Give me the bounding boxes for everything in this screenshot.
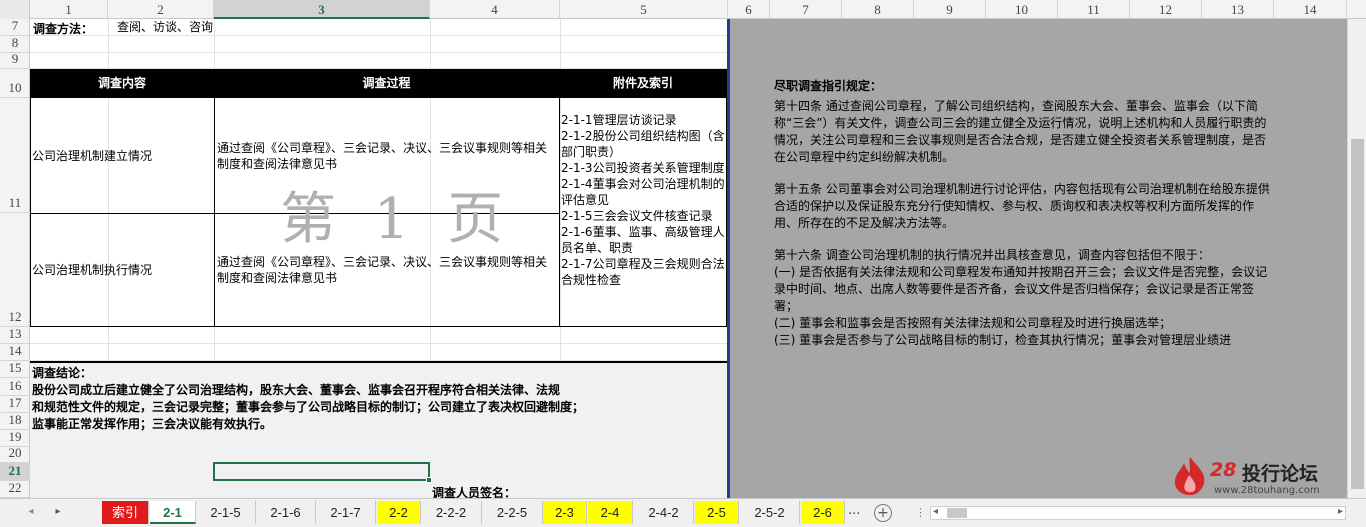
method-label: 调查方法： [33, 22, 94, 36]
tab-2-1-5[interactable]: 2-1-5 [196, 501, 256, 524]
add-sheet-icon[interactable]: + [874, 504, 892, 522]
conclusion-line-1: 股份公司成立后建立健全了公司治理结构，股东大会、董事会、监事会召开程序符合相关法… [32, 383, 561, 397]
guide-article-14: 第十四条 通过查阅公司章程，了解公司组织结构，查阅股东大会、董事会、监事会（以下… [774, 99, 1267, 164]
tab-2-4[interactable]: 2-4 [588, 501, 633, 524]
vertical-scrollbar[interactable] [1347, 19, 1366, 498]
row-header-15[interactable]: 15 [0, 360, 30, 378]
attachments-list: 2-1-1管理层访谈记录 2-1-2股份公司组织结构图（含部门职责） 2-1-3… [561, 113, 725, 287]
flame-icon [1174, 457, 1205, 496]
column-header-13[interactable]: 13 [1202, 0, 1274, 19]
scroll-split-handle-icon[interactable]: ⋮ [915, 506, 926, 519]
tab-2-4-2[interactable]: 2-4-2 [634, 501, 694, 524]
table-header-row: 调查内容 调查过程 附件及索引 [30, 69, 727, 98]
row-header-7[interactable]: 7 [0, 18, 30, 36]
column-header-9[interactable]: 9 [914, 0, 986, 19]
column-header-2[interactable]: 2 [108, 0, 214, 19]
table-row-1-process: 通过查阅《公司章程》、三会记录、决议、三会议事规则等相关制度和查阅法律意见书 [217, 141, 548, 171]
fill-handle[interactable] [426, 477, 432, 483]
next-sheet-arrow-icon[interactable]: ▸ [51, 505, 65, 519]
tab-2-1[interactable]: 2-1 [150, 501, 196, 524]
tab-2-6[interactable]: 2-6 [801, 501, 845, 524]
table-row-2-process: 通过查阅《公司章程》、三会记录、决议、三会议事规则等相关制度和查阅法律意见书 [217, 255, 548, 285]
column-header-8[interactable]: 8 [842, 0, 914, 19]
row-header-9[interactable]: 9 [0, 51, 30, 69]
conclusion-line-2: 和规范性文件的规定，三会记录完整；董事会参与了公司战略目标的制订；公司建立了表决… [32, 400, 585, 414]
worksheet-grid[interactable]: 调查方法： 查阅、访谈、咨询 调查内容 调查过程 附件及索引 公司治理机制建立情… [30, 19, 728, 498]
column-header-7[interactable]: 7 [770, 0, 842, 19]
table-header-content: 调查内容 [97, 76, 146, 90]
conclusion-line-3: 监事能正常发挥作用；三会决议能有效执行。 [32, 417, 273, 431]
prev-sheet-arrow-icon[interactable]: ◂ [24, 505, 38, 519]
vertical-scroll-thumb[interactable] [1351, 139, 1364, 489]
column-header-11[interactable]: 11 [1058, 0, 1130, 19]
more-tabs-button[interactable]: ... [848, 503, 860, 518]
scroll-right-arrow-icon[interactable]: ▸ [1338, 506, 1343, 517]
page-watermark: 第 1 页 [280, 187, 514, 252]
row-header-18[interactable]: 18 [0, 412, 30, 430]
column-header: 1 2 3 4 5 6 7 8 9 10 11 12 13 14 [0, 0, 1366, 19]
select-all-corner[interactable] [0, 0, 30, 19]
guide-article-15: 第十五条 公司董事会对公司治理机制进行讨论评估，内容包括现有公司治理机制在给股东… [774, 182, 1270, 230]
tab-2-1-6[interactable]: 2-1-6 [256, 501, 316, 524]
28touhang-logo: 28 投行论坛 www.28touhang.com [1170, 455, 1340, 500]
row-header-11[interactable]: 11 [0, 98, 30, 213]
column-header-4[interactable]: 4 [430, 0, 560, 19]
tab-2-2-2[interactable]: 2-2-2 [421, 501, 482, 524]
row-header-13[interactable]: 13 [0, 326, 30, 344]
column-header-10[interactable]: 10 [986, 0, 1058, 19]
row-header-21[interactable]: 21 [0, 463, 30, 481]
logo-url: www.28touhang.com [1214, 485, 1320, 496]
column-header-3[interactable]: 3 [214, 0, 430, 19]
logo-name: 投行论坛 [1242, 463, 1319, 485]
horizontal-scrollbar[interactable]: ◂ ▸ [930, 506, 1346, 520]
guide-panel: 尽职调查指引规定： 第十四条 通过查阅公司章程，了解公司组织结构，查阅股东大会、… [730, 19, 1347, 498]
guide-article-16: 第十六条 调查公司治理机制的执行情况并出具核查意见，调查内容包括但不限于： (一… [774, 248, 1268, 347]
tab-2-5-2[interactable]: 2-5-2 [740, 501, 800, 524]
method-value: 查阅、访谈、咨询 [117, 20, 214, 34]
column-header-14[interactable]: 14 [1274, 0, 1347, 19]
table-row-1-content: 公司治理机制建立情况 [32, 149, 153, 163]
tab-index[interactable]: 索引 [102, 501, 149, 524]
column-header-5[interactable]: 5 [560, 0, 728, 19]
guide-title: 尽职调查指引规定： [774, 79, 883, 93]
column-header-1[interactable]: 1 [30, 0, 108, 19]
table-header-attachments: 附件及索引 [612, 76, 673, 90]
tab-2-5[interactable]: 2-5 [695, 501, 739, 524]
row-header-17[interactable]: 17 [0, 395, 30, 413]
column-header-12[interactable]: 12 [1130, 0, 1202, 19]
tab-2-1-7[interactable]: 2-1-7 [316, 501, 376, 524]
tab-2-3[interactable]: 2-3 [543, 501, 587, 524]
table-header-process: 调查过程 [362, 76, 411, 90]
tab-2-2-5[interactable]: 2-2-5 [482, 501, 543, 524]
horizontal-scroll-thumb[interactable] [947, 508, 967, 518]
row-header-20[interactable]: 20 [0, 445, 30, 463]
row-header-16[interactable]: 16 [0, 378, 30, 396]
sheet-tab-bar: ◂ ▸ 索引 2-1 2-1-5 2-1-6 2-1-7 2-2 2-2-2 2… [0, 498, 1366, 527]
selected-cell[interactable] [213, 462, 430, 481]
tab-2-2[interactable]: 2-2 [377, 501, 421, 524]
row-header-12[interactable]: 12 [0, 213, 30, 327]
signature-label: 调查人员签名： [432, 486, 517, 498]
conclusion-label: 调查结论： [32, 366, 93, 380]
column-header-6[interactable]: 6 [728, 0, 770, 19]
scroll-left-arrow-icon[interactable]: ◂ [933, 506, 938, 517]
row-header-10[interactable]: 10 [0, 69, 30, 98]
logo-number: 28 [1210, 459, 1237, 481]
table-row-2-content: 公司治理机制执行情况 [32, 263, 153, 277]
row-header: 7 8 9 10 11 12 13 14 15 16 17 18 19 20 2… [0, 18, 30, 498]
row-header-22[interactable]: 22 [0, 480, 30, 498]
row-header-14[interactable]: 14 [0, 343, 30, 361]
